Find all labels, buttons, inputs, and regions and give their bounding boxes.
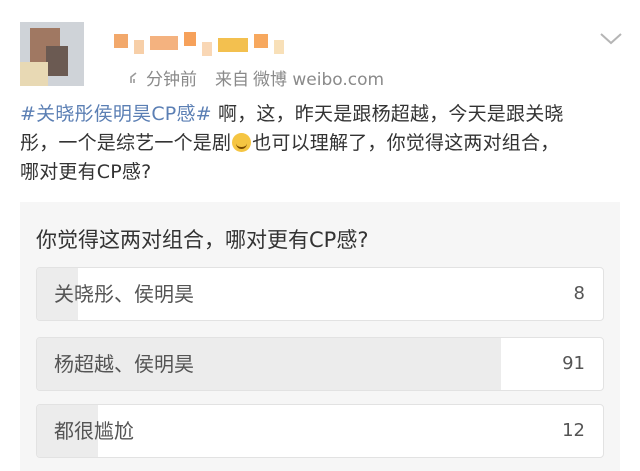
- username-obscured[interactable]: [114, 30, 284, 56]
- poll-option-label: 杨超越、侯明昊: [54, 352, 194, 376]
- poll-option[interactable]: 关晓彤、侯明昊 8: [36, 267, 604, 321]
- mosaic-block: [150, 36, 178, 50]
- hashtag-link[interactable]: #关晓彤侯明昊CP感#: [20, 103, 212, 125]
- mosaic-block: [202, 42, 212, 56]
- post-text-line: 哪对更有CP感?: [20, 158, 620, 187]
- post-text-segment: 啊，这，昨天是跟杨超越，今天是跟关晓: [211, 103, 564, 125]
- post-text-segment: 彤，一个是综艺一个是剧: [20, 132, 232, 154]
- clock-icon: [128, 71, 142, 85]
- post-text: #关晓彤侯明昊CP感# 啊，这，昨天是跟杨超越，今天是跟关晓 彤，一个是综艺一个…: [20, 100, 620, 187]
- mosaic-block: [184, 32, 196, 46]
- poll-question: 你觉得这两对组合，哪对更有CP感?: [36, 228, 369, 252]
- poll-option[interactable]: 都很尴尬 12: [36, 404, 604, 458]
- avatar-blur: [20, 62, 48, 86]
- poll-card: 你觉得这两对组合，哪对更有CP感? 关晓彤、侯明昊 8 杨超越、侯明昊 91 都…: [20, 202, 620, 471]
- avatar[interactable]: [20, 22, 84, 86]
- post-meta: 分钟前 来自 微博 weibo.com: [128, 65, 384, 90]
- post-time: 分钟前: [146, 70, 197, 90]
- post-text-segment: 哪对更有CP感?: [20, 161, 152, 183]
- post-header: 分钟前 来自 微博 weibo.com: [0, 0, 640, 100]
- chevron-down-icon[interactable]: [598, 28, 624, 50]
- poll-option[interactable]: 杨超越、侯明昊 91: [36, 337, 604, 391]
- poll-option-votes: 8: [573, 283, 585, 304]
- mosaic-block: [274, 40, 284, 54]
- poll-option-votes: 12: [562, 420, 585, 441]
- post-source[interactable]: 微博 weibo.com: [253, 65, 384, 90]
- mosaic-block: [218, 38, 248, 52]
- post-text-segment: 也可以理解了，你觉得这两对组合，: [252, 132, 560, 154]
- source-prefix: 来自: [215, 70, 249, 90]
- post-text-line: 彤，一个是综艺一个是剧 也可以理解了，你觉得这两对组合，: [20, 129, 620, 158]
- avatar-blur: [46, 46, 68, 76]
- mosaic-block: [254, 34, 268, 48]
- mosaic-block: [114, 34, 128, 48]
- poll-option-label: 关晓彤、侯明昊: [54, 282, 194, 306]
- poll-option-label: 都很尴尬: [54, 419, 134, 443]
- poll-option-votes: 91: [562, 353, 585, 374]
- mosaic-block: [134, 40, 144, 54]
- laughing-emoji-icon: [232, 133, 252, 152]
- post-text-line: #关晓彤侯明昊CP感# 啊，这，昨天是跟杨超越，今天是跟关晓: [20, 100, 620, 129]
